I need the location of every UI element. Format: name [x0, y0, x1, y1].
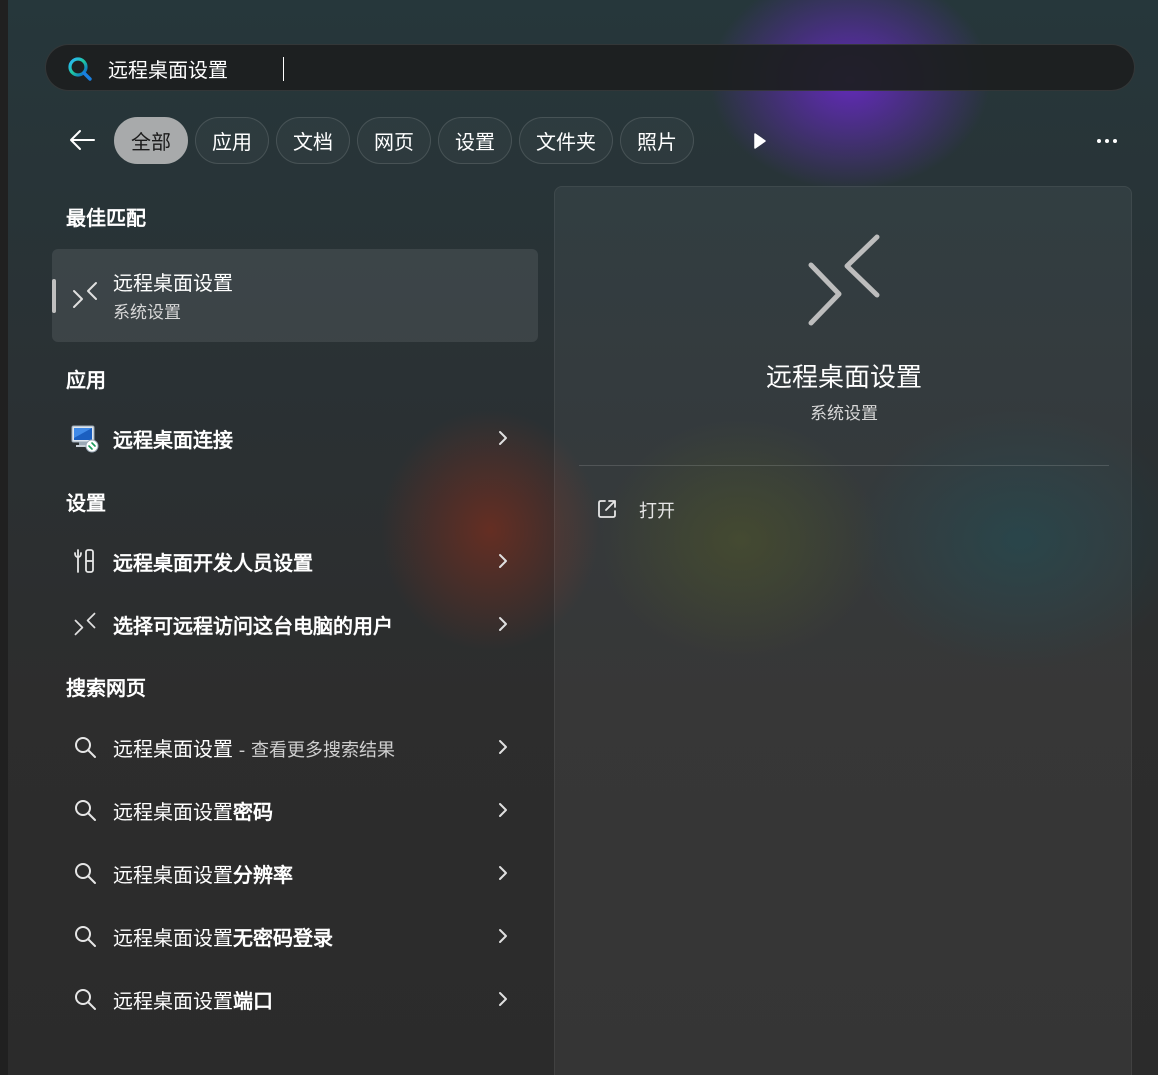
open-action-label: 打开	[639, 501, 675, 522]
play-icon	[754, 133, 766, 149]
chevron-right-icon	[492, 549, 514, 573]
chevron-right-icon	[492, 612, 514, 636]
web-result-label: 远程桌面设置密码	[113, 800, 273, 824]
remote-desktop-icon	[73, 282, 97, 308]
filter-tabs: 全部 应用 文档 网页 设置 文件夹 照片	[114, 117, 694, 165]
ellipsis-icon	[1097, 139, 1117, 143]
more-tabs-button[interactable]	[748, 128, 772, 154]
search-icon	[70, 732, 100, 762]
web-result-label: 远程桌面设置 - 查看更多搜索结果	[113, 737, 395, 761]
back-button[interactable]	[64, 122, 100, 158]
best-match-title: 远程桌面设置	[113, 271, 233, 295]
tab-settings[interactable]: 设置	[438, 117, 512, 164]
section-settings: 设置	[66, 491, 106, 515]
chevron-right-icon	[492, 426, 514, 450]
web-result-label: 远程桌面设置分辨率	[113, 863, 293, 887]
chevron-right-icon	[492, 798, 514, 822]
settings-result-row[interactable]: 远程桌面开发人员设置	[52, 533, 538, 589]
tab-apps[interactable]: 应用	[195, 117, 269, 164]
web-result-row[interactable]: 远程桌面设置 - 查看更多搜索结果	[52, 719, 538, 775]
settings-result-row[interactable]: 选择可远程访问这台电脑的用户	[52, 596, 538, 652]
preview-pane: 远程桌面设置 系统设置 打开	[554, 186, 1132, 1075]
chevron-right-icon	[492, 924, 514, 948]
web-result-label: 远程桌面设置端口	[113, 989, 273, 1013]
tab-photos[interactable]: 照片	[620, 117, 694, 164]
more-options-button[interactable]	[1090, 128, 1124, 154]
search-icon	[70, 921, 100, 951]
web-result-row[interactable]: 远程桌面设置端口	[52, 971, 538, 1027]
chevron-right-icon	[492, 861, 514, 885]
open-action[interactable]: 打开	[579, 487, 1109, 531]
search-box[interactable]	[45, 44, 1135, 91]
web-result-row[interactable]: 远程桌面设置密码	[52, 782, 538, 838]
preview-subtitle: 系统设置	[810, 404, 878, 424]
tab-folders[interactable]: 文件夹	[519, 117, 613, 164]
arrow-left-icon	[70, 130, 95, 150]
remote-desktop-icon	[808, 234, 880, 326]
settings-result-label: 远程桌面开发人员设置	[113, 551, 313, 575]
web-result-label: 远程桌面设置无密码登录	[113, 926, 333, 950]
app-result-row[interactable]: 远程桌面连接	[52, 410, 538, 466]
web-result-row[interactable]: 远程桌面设置无密码登录	[52, 908, 538, 964]
chevron-right-icon	[492, 987, 514, 1011]
best-match-subtitle: 系统设置	[113, 303, 181, 323]
search-icon	[70, 984, 100, 1014]
section-web-search: 搜索网页	[66, 676, 146, 700]
remote-desktop-icon	[70, 609, 100, 639]
search-input[interactable]	[108, 52, 1088, 84]
selection-indicator	[52, 279, 56, 313]
preview-title: 远程桌面设置	[765, 363, 922, 393]
chevron-right-icon	[492, 735, 514, 759]
search-icon	[70, 858, 100, 888]
open-external-icon	[598, 500, 616, 518]
tab-web[interactable]: 网页	[357, 117, 431, 164]
tab-all[interactable]: 全部	[114, 117, 188, 164]
section-apps: 应用	[66, 368, 106, 392]
section-best-match: 最佳匹配	[66, 206, 146, 230]
divider	[579, 465, 1109, 466]
text-caret	[283, 57, 284, 81]
web-result-row[interactable]: 远程桌面设置分辨率	[52, 845, 538, 901]
search-icon	[68, 57, 92, 81]
search-icon	[70, 795, 100, 825]
developer-tools-icon	[70, 546, 100, 576]
window-edge	[0, 0, 8, 1075]
tab-documents[interactable]: 文档	[276, 117, 350, 164]
app-result-label: 远程桌面连接	[113, 428, 233, 452]
settings-result-label: 选择可远程访问这台电脑的用户	[113, 614, 393, 638]
remote-desktop-connection-icon	[70, 423, 100, 453]
best-match-card[interactable]: 远程桌面设置 系统设置	[52, 249, 538, 342]
